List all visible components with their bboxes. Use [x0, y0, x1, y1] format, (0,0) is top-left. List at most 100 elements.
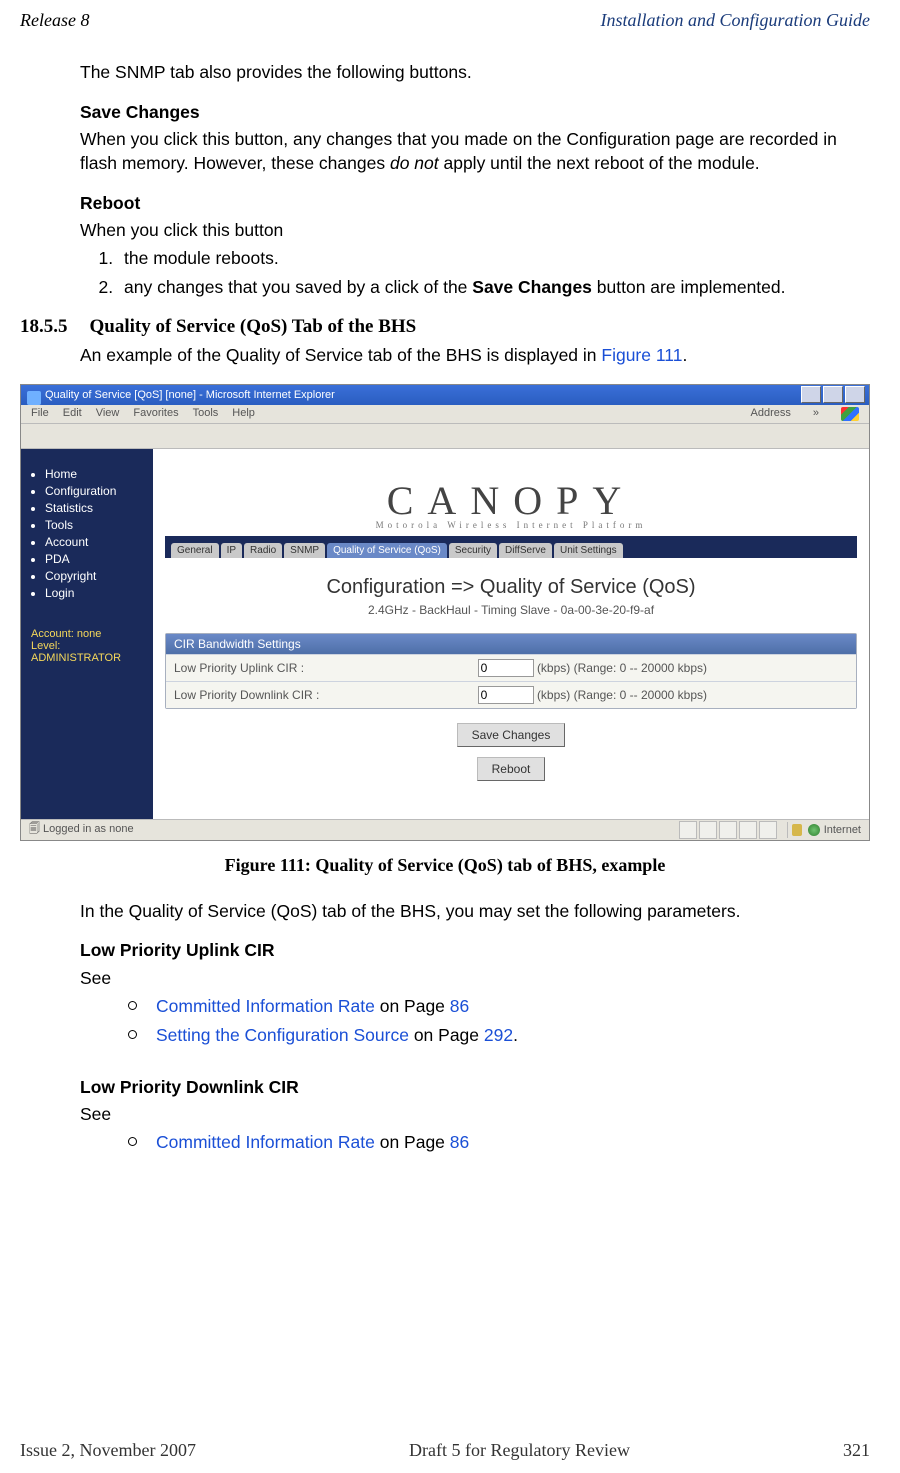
globe-icon — [808, 824, 820, 836]
tab[interactable]: DiffServe — [499, 543, 552, 558]
nav-item[interactable]: Home — [45, 467, 143, 481]
downlink-cir-input[interactable] — [478, 686, 534, 704]
lock-icon — [792, 824, 802, 836]
panel-header: CIR Bandwidth Settings — [166, 634, 856, 654]
menu-item[interactable]: Tools — [193, 407, 219, 421]
nav-item[interactable]: Tools — [45, 518, 143, 532]
xref-link[interactable]: Committed Information Rate — [156, 1132, 375, 1152]
minimize-button[interactable] — [801, 386, 821, 403]
nav-item[interactable]: PDA — [45, 552, 143, 566]
button-bar: Save Changes Reboot — [165, 723, 857, 791]
page-xref[interactable]: 86 — [450, 1132, 469, 1152]
save-button[interactable]: Save Changes — [457, 723, 566, 747]
menubar: File Edit View Favorites Tools Help Addr… — [21, 405, 869, 424]
menu-item[interactable]: Help — [232, 407, 255, 421]
tab[interactable]: General — [171, 543, 219, 558]
figure-caption: Figure 111: Quality of Service (QoS) tab… — [20, 855, 870, 876]
list-item: any changes that you saved by a click of… — [118, 276, 860, 300]
tab[interactable]: IP — [221, 543, 242, 558]
settings-panel: CIR Bandwidth Settings Low Priority Upli… — [165, 633, 857, 709]
chevron-icon[interactable]: » — [805, 407, 827, 421]
subhead-lpd: Low Priority Downlink CIR — [80, 1076, 860, 1100]
section-title: Quality of Service (QoS) Tab of the BHS — [90, 316, 417, 338]
page-title: Configuration => Quality of Service (QoS… — [165, 576, 857, 599]
bullet-list: Committed Information Rate on Page 86 — [128, 1131, 860, 1155]
subhead-lpu: Low Priority Uplink CIR — [80, 939, 860, 963]
account-info: Account: none Level: ADMINISTRATOR — [31, 628, 143, 664]
menu-item[interactable]: File — [31, 407, 49, 421]
main-content: CANOPY Motorola Wireless Internet Platfo… — [153, 449, 869, 819]
xref-link[interactable]: Committed Information Rate — [156, 996, 375, 1016]
list-item: the module reboots. — [118, 247, 860, 271]
xref-link[interactable]: Setting the Configuration Source — [156, 1025, 409, 1045]
status-text: 🗐 Logged in as none — [29, 820, 134, 839]
para: See — [80, 967, 860, 991]
table-row: Low Priority Downlink CIR : (kbps) (Rang… — [166, 681, 856, 708]
menu-item[interactable]: View — [96, 407, 120, 421]
footer-center: Draft 5 for Regulatory Review — [409, 1440, 630, 1461]
page-xref[interactable]: 292 — [484, 1025, 513, 1045]
header-left: Release 8 — [20, 10, 89, 31]
running-header: Release 8 Installation and Configuration… — [20, 10, 870, 31]
para: When you click this button, any changes … — [80, 128, 860, 175]
section-number: 18.5.5 — [20, 316, 68, 338]
tab[interactable]: Security — [449, 543, 497, 558]
list-item: Committed Information Rate on Page 86 — [128, 995, 860, 1019]
para: See — [80, 1103, 860, 1127]
tab-active[interactable]: Quality of Service (QoS) — [327, 543, 447, 558]
status-segments — [679, 821, 777, 839]
page-subtitle: 2.4GHz - BackHaul - Timing Slave - 0a-00… — [165, 603, 857, 617]
menu-item[interactable]: Favorites — [133, 407, 178, 421]
body: In the Quality of Service (QoS) tab of t… — [80, 900, 860, 1155]
menu-item[interactable]: Edit — [63, 407, 82, 421]
nav-sidebar: Home Configuration Statistics Tools Acco… — [21, 449, 153, 819]
settings-table: Low Priority Uplink CIR : (kbps) (Range:… — [166, 654, 856, 708]
tab[interactable]: SNMP — [284, 543, 325, 558]
page: Release 8 Installation and Configuration… — [0, 0, 900, 1473]
field-help: (kbps) (Range: 0 -- 20000 kbps) — [537, 688, 707, 702]
nav-item[interactable]: Configuration — [45, 484, 143, 498]
bullet-list: Committed Information Rate on Page 86 Se… — [128, 995, 860, 1048]
tab-bar: General IP Radio SNMP Quality of Service… — [165, 536, 857, 558]
field-cell: (kbps) (Range: 0 -- 20000 kbps) — [470, 681, 856, 708]
para: When you click this button — [80, 219, 860, 243]
screenshot-window: Quality of Service [QoS] [none] - Micros… — [20, 384, 870, 841]
page-xref[interactable]: 86 — [450, 996, 469, 1016]
ordered-list: the module reboots. any changes that you… — [118, 247, 860, 300]
address-label: Address — [751, 407, 791, 421]
browser-viewport: Home Configuration Statistics Tools Acco… — [21, 449, 869, 819]
figure-xref[interactable]: Figure 111 — [601, 345, 682, 365]
window-title: Quality of Service [QoS] [none] - Micros… — [25, 389, 801, 401]
window-buttons — [801, 386, 865, 403]
footer-left: Issue 2, November 2007 — [20, 1440, 196, 1461]
list-item: Committed Information Rate on Page 86 — [128, 1131, 860, 1155]
subhead-reboot: Reboot — [80, 192, 860, 216]
footer-right: 321 — [843, 1440, 870, 1461]
header-right: Installation and Configuration Guide — [600, 10, 870, 31]
toolbar — [21, 424, 869, 449]
section-heading: 18.5.5 Quality of Service (QoS) Tab of t… — [20, 316, 870, 338]
windows-flag-icon — [841, 407, 859, 421]
status-bar: 🗐 Logged in as none Internet — [21, 819, 869, 840]
logo: CANOPY Motorola Wireless Internet Platfo… — [165, 449, 857, 536]
tab[interactable]: Radio — [244, 543, 282, 558]
maximize-button[interactable] — [823, 386, 843, 403]
table-row: Low Priority Uplink CIR : (kbps) (Range:… — [166, 654, 856, 681]
para: The SNMP tab also provides the following… — [80, 61, 860, 85]
subhead-save: Save Changes — [80, 101, 860, 125]
nav-item[interactable]: Statistics — [45, 501, 143, 515]
nav-item[interactable]: Copyright — [45, 569, 143, 583]
body: The SNMP tab also provides the following… — [80, 61, 860, 300]
field-help: (kbps) (Range: 0 -- 20000 kbps) — [537, 661, 707, 675]
nav-item[interactable]: Login — [45, 586, 143, 600]
field-cell: (kbps) (Range: 0 -- 20000 kbps) — [470, 654, 856, 681]
nav-item[interactable]: Account — [45, 535, 143, 549]
uplink-cir-input[interactable] — [478, 659, 534, 677]
reboot-button[interactable]: Reboot — [477, 757, 546, 781]
para: An example of the Quality of Service tab… — [80, 344, 860, 368]
tab[interactable]: Unit Settings — [554, 543, 623, 558]
field-label: Low Priority Uplink CIR : — [166, 654, 470, 681]
close-button[interactable] — [845, 386, 865, 403]
list-item: Setting the Configuration Source on Page… — [128, 1024, 860, 1048]
para: In the Quality of Service (QoS) tab of t… — [80, 900, 860, 924]
